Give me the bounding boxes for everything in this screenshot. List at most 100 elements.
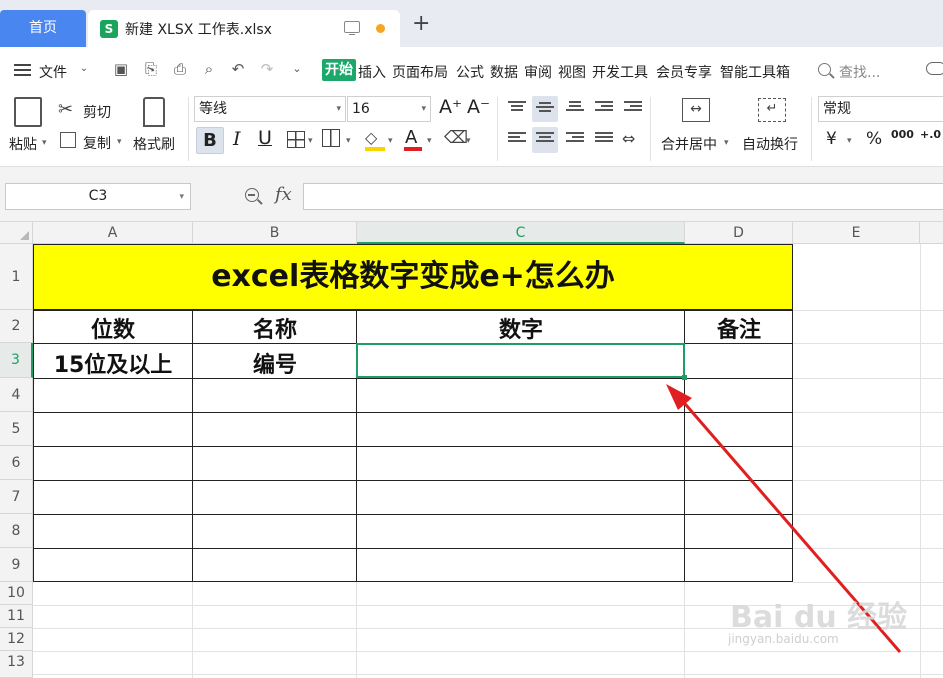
column-header-e[interactable]: E (793, 222, 920, 244)
paste-icon[interactable] (14, 97, 42, 127)
column-header-c[interactable]: C (357, 222, 685, 244)
copy-button[interactable]: 复制 (83, 133, 111, 153)
undo-icon[interactable]: ↶ (229, 60, 247, 78)
row-header-8[interactable]: 8 (0, 514, 33, 548)
menu-formula[interactable]: 公式 (456, 62, 484, 82)
menu-start[interactable]: 开始 (322, 59, 356, 81)
bold-button[interactable]: B (196, 127, 224, 154)
name-box[interactable]: C3 ▾ (5, 183, 191, 210)
border-icon[interactable] (287, 131, 305, 148)
select-all-corner[interactable] (0, 222, 33, 244)
eraser-icon[interactable]: ⌫ (444, 128, 468, 148)
decrease-font-button[interactable]: A⁻ (467, 96, 490, 118)
font-color-button[interactable]: A (405, 127, 417, 148)
menu-insert[interactable]: 插入 (358, 62, 386, 82)
align-bottom-icon[interactable] (566, 101, 584, 115)
column-header-b[interactable]: B (193, 222, 357, 244)
cell-a2[interactable]: 位数 (33, 312, 193, 344)
menu-data[interactable]: 数据 (490, 62, 518, 82)
cell-style-dropdown-icon[interactable]: ▾ (346, 136, 351, 146)
wrap-text-button[interactable]: 自动换行 (742, 134, 798, 154)
underline-button[interactable]: U (258, 127, 272, 149)
align-right-icon[interactable] (566, 132, 584, 146)
cell-b3[interactable]: 编号 (193, 347, 357, 379)
search-icon[interactable] (818, 63, 831, 76)
justify-icon[interactable] (595, 132, 613, 146)
merge-dropdown-icon[interactable]: ▾ (724, 138, 729, 148)
row-header-4[interactable]: 4 (0, 378, 33, 412)
format-painter-button[interactable]: 格式刷 (133, 134, 175, 154)
row-header-9[interactable]: 9 (0, 548, 33, 582)
cut-button[interactable]: 剪切 (83, 102, 111, 122)
decrease-indent-icon[interactable] (595, 101, 613, 115)
paste-dropdown-icon[interactable]: ▾ (42, 138, 47, 148)
zoom-out-icon[interactable] (245, 188, 259, 202)
cell-a3[interactable]: 15位及以上 (33, 347, 193, 379)
active-cell-c3[interactable] (356, 343, 687, 380)
save-icon[interactable]: ▣ (112, 60, 130, 78)
currency-button[interactable]: ¥ (826, 129, 837, 149)
cloud-sync-icon[interactable]: ⎘ (142, 60, 160, 78)
border-dropdown-icon[interactable]: ▾ (308, 136, 313, 146)
menu-smart-toolbox[interactable]: 智能工具箱 (720, 62, 790, 82)
font-size-select[interactable]: 16 ▾ (347, 96, 431, 122)
increase-indent-icon[interactable] (624, 101, 642, 115)
row-header-1[interactable]: 1 (0, 244, 33, 310)
font-color-dropdown-icon[interactable]: ▾ (427, 136, 432, 146)
fill-color-dropdown-icon[interactable]: ▾ (388, 136, 393, 146)
fill-color-icon[interactable]: ◇ (365, 128, 377, 147)
row-header-2[interactable]: 2 (0, 310, 33, 343)
column-header-f[interactable] (920, 222, 943, 244)
currency-dropdown-icon[interactable]: ▾ (847, 136, 852, 146)
merge-center-button[interactable]: 合并居中 (661, 134, 717, 154)
decimal-button[interactable]: +.0 (920, 128, 941, 141)
row-header-6[interactable]: 6 (0, 446, 33, 480)
title-cell-a1[interactable]: excel表格数字变成e+怎么办 (33, 244, 793, 310)
search-input[interactable]: 查找... (839, 62, 880, 82)
quick-access-more-icon[interactable]: ⌄ (288, 60, 306, 78)
menu-review[interactable]: 审阅 (524, 62, 552, 82)
row-header-12[interactable]: 12 (0, 628, 33, 651)
print-icon[interactable]: ⎙ (171, 60, 189, 78)
menu-developer[interactable]: 开发工具 (592, 62, 648, 82)
tab-document[interactable]: S 新建 XLSX 工作表.xlsx (88, 10, 400, 47)
column-header-d[interactable]: D (685, 222, 793, 244)
cell-style-icon[interactable] (322, 129, 340, 147)
column-header-a[interactable]: A (33, 222, 193, 244)
row-header-5[interactable]: 5 (0, 412, 33, 446)
menu-view[interactable]: 视图 (558, 62, 586, 82)
menu-file[interactable]: 文件 (39, 62, 67, 82)
italic-button[interactable]: I (233, 128, 241, 150)
row-header-11[interactable]: 11 (0, 605, 33, 628)
menu-page-layout[interactable]: 页面布局 (392, 62, 448, 82)
number-format-select[interactable]: 常规 (818, 96, 943, 122)
clear-dropdown-icon[interactable]: ▾ (466, 136, 471, 146)
hamburger-menu-icon[interactable] (14, 64, 31, 76)
function-icon[interactable]: fx (275, 184, 292, 205)
tab-home[interactable]: 首页 (0, 10, 86, 47)
copy-dropdown-icon[interactable]: ▾ (117, 137, 122, 147)
font-name-select[interactable]: 等线 ▾ (194, 96, 346, 122)
print-preview-icon[interactable]: ⌕ (200, 60, 218, 78)
cloud-icon[interactable] (926, 62, 943, 75)
align-left-icon[interactable] (508, 132, 526, 146)
formula-input[interactable] (303, 183, 943, 210)
row-header-3[interactable]: 3 (0, 343, 33, 378)
chevron-down-icon[interactable]: ▾ (179, 185, 184, 210)
row-header-13[interactable]: 13 (0, 651, 33, 678)
align-top-icon[interactable] (508, 101, 526, 115)
chevron-down-icon[interactable]: ⌄ (75, 60, 93, 78)
redo-icon[interactable]: ↷ (258, 60, 276, 78)
cell-d2[interactable]: 备注 (685, 312, 793, 344)
thousands-separator-button[interactable]: 000 (891, 128, 914, 141)
row-header-7[interactable]: 7 (0, 480, 33, 514)
percent-button[interactable]: % (866, 129, 882, 149)
cell-c2[interactable]: 数字 (357, 312, 685, 344)
distribute-icon[interactable]: ⇔ (622, 129, 635, 148)
cell-b2[interactable]: 名称 (193, 312, 357, 344)
increase-font-button[interactable]: A⁺ (439, 96, 462, 118)
row-header-10[interactable]: 10 (0, 582, 33, 605)
new-tab-button[interactable]: + (412, 13, 430, 35)
screen-cast-icon[interactable] (344, 21, 360, 35)
menu-member[interactable]: 会员专享 (656, 62, 712, 82)
